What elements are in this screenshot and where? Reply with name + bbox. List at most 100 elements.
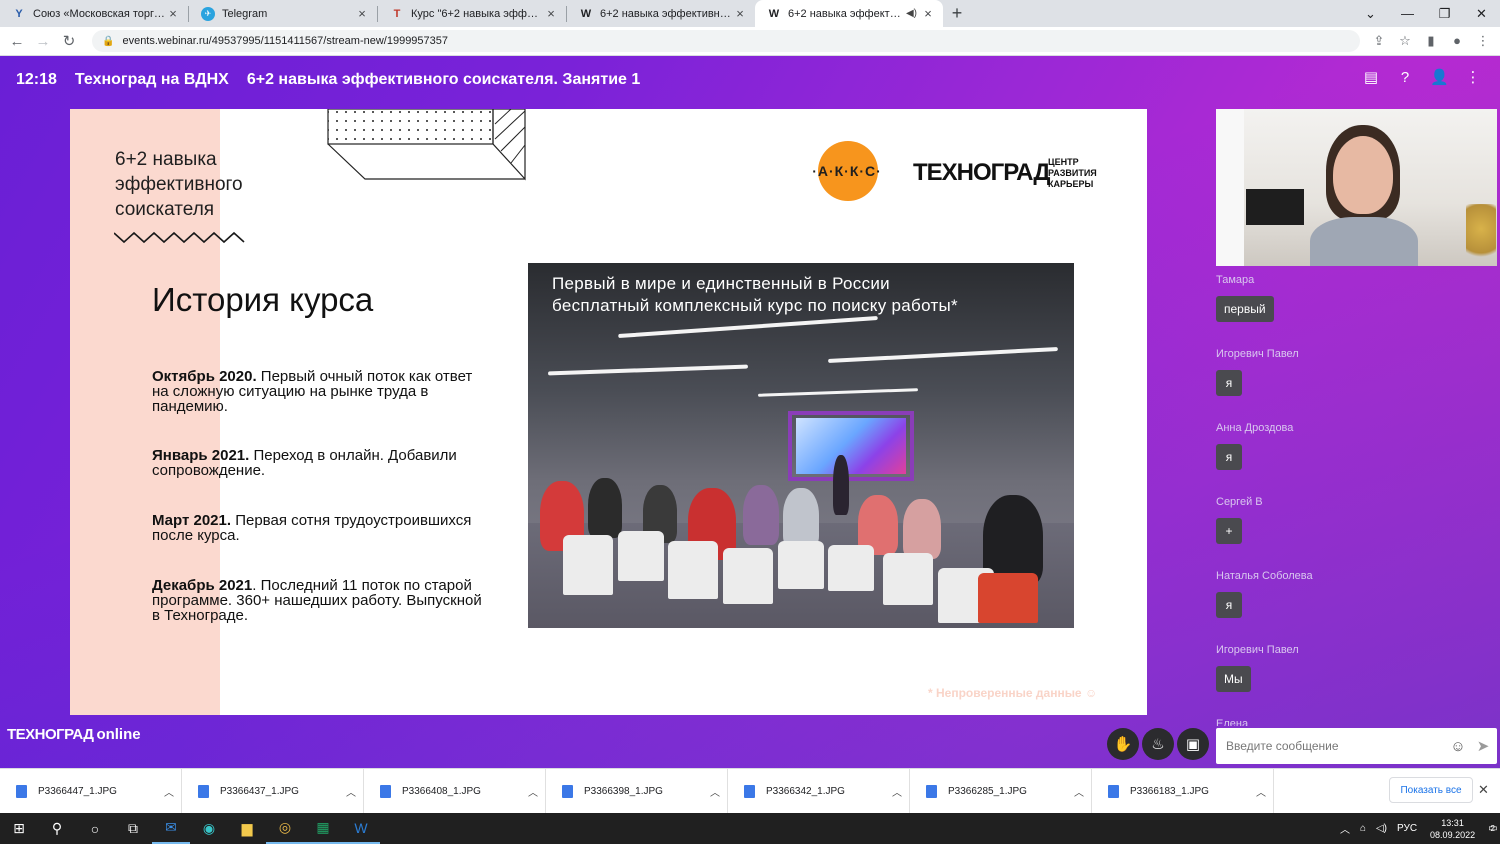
show-all-downloads-button[interactable]: Показать все <box>1389 777 1473 803</box>
chat-input-box: ☺ ➤ <box>1216 728 1497 764</box>
browser-tab[interactable]: T Курс "6+2 навыка эффективно × <box>378 0 566 27</box>
chevron-up-icon[interactable]: ︿ <box>885 784 909 799</box>
back-icon[interactable]: ← <box>4 33 30 50</box>
bookmark-star-icon[interactable]: ☆ <box>1396 33 1414 49</box>
share-icon[interactable]: ⇪ <box>1370 33 1388 49</box>
classroom-photo: Первый в мире и единственный в России бе… <box>528 263 1074 628</box>
red-jacket-on-chair <box>978 573 1038 623</box>
image-file-icon <box>16 784 27 798</box>
restore-icon[interactable]: ❐ <box>1426 0 1463 27</box>
tab-title: Курс "6+2 навыка эффективно <box>411 7 544 20</box>
chevron-up-icon[interactable]: ︿ <box>521 784 545 799</box>
raise-hand-icon[interactable]: ✋ <box>1107 728 1139 760</box>
participants-icon[interactable]: 👤 <box>1430 69 1449 87</box>
career-center-logo: ЦЕНТР РАЗВИТИЯ КАРЬЕРЫ <box>1048 157 1097 189</box>
profile-icon[interactable]: ● <box>1448 33 1466 49</box>
tab-title: Союз «Московская торгово-пр <box>33 7 166 20</box>
emoji-icon[interactable]: ☺ <box>1447 738 1469 755</box>
download-item[interactable]: P3366285_1.JPG ︿ <box>910 768 1092 814</box>
menu-kebab-icon[interactable]: ⋮ <box>1474 33 1492 49</box>
fire-reaction-icon[interactable]: ♨ <box>1142 728 1174 760</box>
tab-search-icon[interactable]: ⌄ <box>1352 0 1389 27</box>
download-item[interactable]: P3366342_1.JPG ︿ <box>728 768 910 814</box>
chevron-up-icon[interactable]: ︿ <box>703 784 727 799</box>
tab-title: 6+2 навыка эффективного сои <box>600 7 733 20</box>
tab-close-icon[interactable]: × <box>355 6 369 21</box>
download-item[interactable]: P3366183_1.JPG ︿ <box>1092 768 1274 814</box>
side-panel-icon[interactable]: ▮ <box>1422 33 1440 49</box>
timeline-event: Март 2021. Первая сотня трудоустроившихс… <box>152 512 472 544</box>
chrome-icon[interactable]: ◎ <box>266 813 304 844</box>
minimize-icon[interactable]: — <box>1389 0 1426 27</box>
url-field[interactable]: 🔒 events.webinar.ru/49537995/1151411567/… <box>92 30 1360 52</box>
webinar-room: 12:18 Техноград на ВДНХ 6+2 навыка эффек… <box>0 56 1500 768</box>
presenter-webcam[interactable] <box>1216 109 1497 266</box>
chat-author[interactable]: Игоревич Павел <box>1216 644 1486 656</box>
volume-icon[interactable]: ◁) <box>1376 823 1387 834</box>
chevron-up-icon[interactable]: ︿ <box>1067 784 1091 799</box>
question-icon[interactable]: ? <box>1396 69 1414 87</box>
chat-author[interactable]: Сергей В <box>1216 496 1486 508</box>
tray-chevron-up-icon[interactable]: ︿ <box>1340 821 1350 836</box>
webcam-window <box>1216 109 1244 266</box>
telegram-icon: ✈ <box>201 6 215 21</box>
reload-icon[interactable]: ↻ <box>56 32 82 50</box>
windows-start-icon[interactable]: ⊞ <box>0 813 38 844</box>
browser-tab[interactable]: ✈ Telegram × <box>189 0 377 27</box>
chat-author[interactable]: Наталья Соболева <box>1216 570 1486 582</box>
chair <box>778 541 824 589</box>
chair <box>618 531 664 581</box>
organizer-name[interactable]: Техноград на ВДНХ <box>75 71 229 89</box>
chevron-up-icon[interactable]: ︿ <box>157 784 181 799</box>
outlook-icon[interactable]: ✉ <box>152 813 190 844</box>
tab-close-icon[interactable]: × <box>166 6 180 21</box>
ceiling-light <box>618 315 878 339</box>
input-language[interactable]: РУС <box>1397 823 1417 834</box>
send-icon[interactable]: ➤ <box>1469 737 1497 755</box>
cortana-icon[interactable]: ○ <box>76 813 114 844</box>
download-item[interactable]: P3366398_1.JPG ︿ <box>546 768 728 814</box>
chat-bubble: Мы <box>1216 666 1251 692</box>
more-menu-icon[interactable]: ⋮ <box>1464 69 1482 87</box>
chevron-up-icon[interactable]: ︿ <box>339 784 363 799</box>
chat-bubble: я <box>1216 370 1242 396</box>
tab-close-icon[interactable]: × <box>733 6 747 21</box>
chat-author[interactable]: Игоревич Павел <box>1216 348 1486 360</box>
word-icon[interactable]: W <box>342 813 380 844</box>
image-file-icon <box>926 784 937 798</box>
chevron-up-icon[interactable]: ︿ <box>1249 784 1273 799</box>
download-item[interactable]: P3366437_1.JPG ︿ <box>182 768 364 814</box>
slide-heading: История курса <box>152 281 374 318</box>
lock-icon[interactable]: 🔒 <box>102 36 114 47</box>
chat-message-input[interactable] <box>1226 739 1447 753</box>
image-file-icon <box>562 784 573 798</box>
timeline-event: Декабрь 2021. Последний 11 поток по стар… <box>152 577 482 624</box>
tab-close-icon[interactable]: × <box>921 6 935 21</box>
tab-title: Telegram <box>222 7 268 20</box>
chat-icon[interactable]: ▤ <box>1362 69 1380 87</box>
chat-author[interactable]: Елена <box>1216 718 1486 726</box>
task-view-icon[interactable]: ⧉ <box>114 813 152 844</box>
image-file-icon <box>1108 784 1119 798</box>
forward-icon[interactable]: → <box>30 33 56 50</box>
file-explorer-icon[interactable]: ▆ <box>228 813 266 844</box>
tab-close-icon[interactable]: × <box>544 6 558 21</box>
chat-author[interactable]: Тамара <box>1216 274 1486 286</box>
download-item[interactable]: P3366447_1.JPG ︿ <box>0 768 182 814</box>
download-item[interactable]: P3366408_1.JPG ︿ <box>364 768 546 814</box>
search-icon[interactable]: ⚲ <box>38 813 76 844</box>
browser-tab[interactable]: W 6+2 навыка эффективного сои × <box>567 0 755 27</box>
browser-tab[interactable]: Y Союз «Московская торгово-пр × <box>0 0 188 27</box>
edge-icon[interactable]: ◉ <box>190 813 228 844</box>
browser-tab-active[interactable]: W 6+2 навыка эффективного ◀) × <box>755 0 943 27</box>
new-tab-button[interactable]: + <box>943 3 971 24</box>
speaker-icon[interactable]: ◀) <box>906 8 917 19</box>
close-downloads-icon[interactable]: ✕ <box>1478 782 1489 798</box>
chat-feed[interactable]: Тамара первый Игоревич Павел я Анна Дроз… <box>1216 274 1486 726</box>
close-window-icon[interactable]: ✕ <box>1463 0 1500 27</box>
chat-author[interactable]: Анна Дроздова <box>1216 422 1486 434</box>
network-icon[interactable]: ⌂ <box>1360 823 1366 834</box>
system-clock[interactable]: 13:31 08.09.2022 <box>1430 817 1475 841</box>
excel-icon[interactable]: ▦ <box>304 813 342 844</box>
picture-in-picture-icon[interactable]: ▣ <box>1177 728 1209 760</box>
